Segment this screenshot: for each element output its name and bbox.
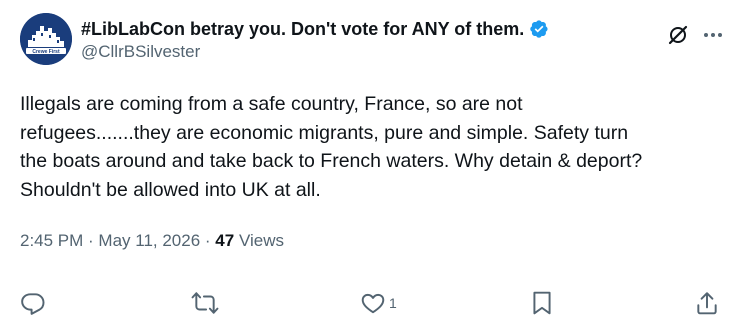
tweet-text-line: the boats around and take back to French… [20, 150, 643, 172]
like-count[interactable]: 1 [389, 295, 397, 311]
views-label[interactable]: Views [234, 231, 284, 250]
meta-separator: · [83, 231, 99, 250]
share-button[interactable] [695, 288, 719, 318]
display-name-row[interactable]: #LibLabCon betray you. Don't vote for AN… [81, 17, 549, 41]
avatar-logo-text: Crewe First [32, 49, 60, 55]
author-handle[interactable]: @CllrBSilvester [81, 41, 549, 63]
author-block: #LibLabCon betray you. Don't vote for AN… [81, 17, 549, 63]
more-icon[interactable] [701, 24, 725, 46]
reply-icon[interactable] [20, 290, 46, 316]
tweet-time[interactable]: 2:45 PM [20, 231, 83, 250]
bookmark-button[interactable] [530, 288, 554, 318]
tweet-date[interactable]: May 11, 2026 [98, 231, 200, 250]
retweet-icon[interactable] [190, 290, 220, 316]
reply-button[interactable] [20, 288, 46, 318]
like-button[interactable]: 1 [360, 288, 397, 318]
tweet-text-line: refugees.......they are economic migrant… [20, 121, 629, 144]
retweet-button[interactable] [190, 288, 220, 318]
tweet-text: Illegals are coming from a safe country,… [20, 90, 730, 204]
views-count[interactable]: 47 [215, 231, 234, 250]
bookmark-icon[interactable] [530, 290, 554, 316]
like-icon[interactable] [360, 290, 386, 316]
meta-separator: · [200, 231, 216, 250]
tweet-text-line: Shouldn't be allowed into UK at all. [20, 178, 321, 201]
tweet: Crewe First #LibLabCon betray you. Don't… [0, 0, 745, 333]
share-icon[interactable] [695, 290, 719, 316]
tweet-meta: 2:45 PM · May 11, 2026 · 47 Views [20, 230, 284, 252]
avatar[interactable]: Crewe First [20, 13, 72, 65]
tweet-text-line: Illegals are coming from a safe country,… [20, 93, 523, 115]
tweet-header: Crewe First #LibLabCon betray you. Don't… [20, 13, 725, 69]
author-display-name[interactable]: #LibLabCon betray you. Don't vote for AN… [81, 17, 524, 41]
action-bar: 1 [20, 288, 725, 318]
verified-badge-icon[interactable] [529, 19, 549, 39]
grok-icon[interactable] [667, 24, 689, 46]
